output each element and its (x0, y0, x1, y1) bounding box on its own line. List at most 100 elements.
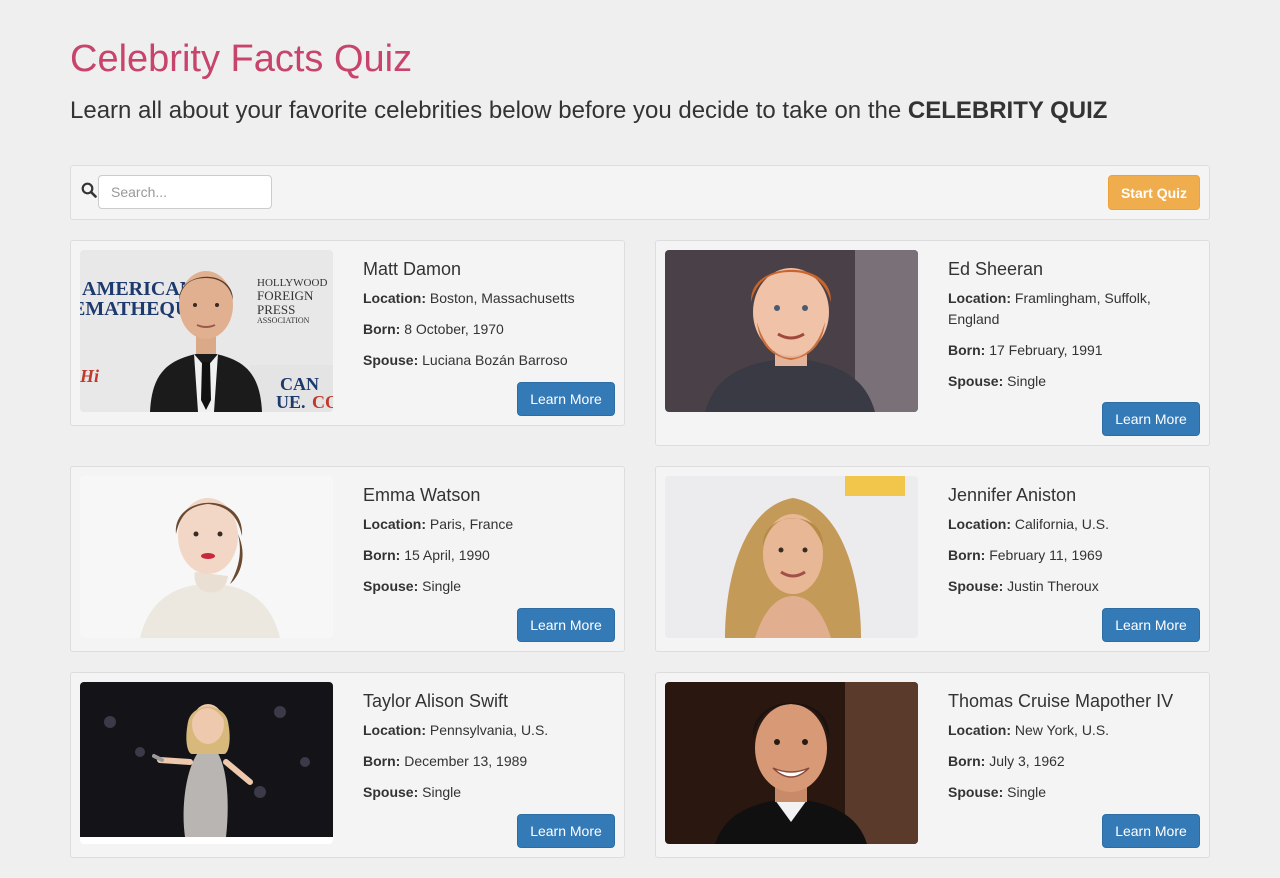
celebrity-location: Location: Boston, Massachusetts (363, 288, 613, 309)
spouse-value: Luciana Bozán Barroso (422, 352, 568, 368)
page: Celebrity Facts Quiz Learn all about you… (0, 0, 1280, 878)
start-quiz-button[interactable]: Start Quiz (1108, 175, 1200, 210)
celebrity-location: Location: New York, U.S. (948, 720, 1198, 741)
born-label: Born: (363, 547, 401, 563)
born-value: 8 October, 1970 (404, 321, 504, 337)
photo-text: ASSOCIATION (257, 316, 310, 325)
location-value: California, U.S. (1014, 516, 1110, 532)
born-value: 17 February, 1991 (989, 342, 1103, 358)
celebrity-card: Thomas Cruise Mapother IV Location: New … (655, 672, 1210, 858)
celebrity-photo (665, 682, 918, 844)
celebrity-card: Emma Watson Location: Paris, France Born… (70, 466, 625, 652)
toolbar: Start Quiz (70, 165, 1210, 220)
celebrity-info: Emma Watson Location: Paris, France Born… (363, 484, 613, 607)
spouse-value: Single (422, 784, 462, 800)
location-label: Location: (363, 290, 426, 306)
celebrity-spouse: Spouse: Luciana Bozán Barroso (363, 350, 613, 371)
spouse-label: Spouse: (948, 784, 1004, 800)
born-value: February 11, 1969 (989, 547, 1103, 563)
location-label: Location: (363, 516, 426, 532)
celebrity-photo (80, 476, 333, 638)
location-value: Boston, Massachusetts (429, 290, 575, 306)
celebrity-born: Born: December 13, 1989 (363, 751, 613, 772)
born-label: Born: (363, 321, 401, 337)
svg-text:CO: CO (312, 392, 333, 412)
spouse-value: Justin Theroux (1007, 578, 1099, 594)
location-label: Location: (948, 516, 1011, 532)
svg-text:UE.: UE. (276, 392, 306, 412)
learn-more-button[interactable]: Learn More (517, 814, 615, 848)
celebrity-born: Born: 17 February, 1991 (948, 340, 1198, 361)
celebrity-name: Thomas Cruise Mapother IV (948, 691, 1174, 711)
photo-text: AMERICAN (82, 278, 195, 300)
born-value: 15 April, 1990 (404, 547, 490, 563)
celebrity-info: Jennifer Aniston Location: California, U… (948, 484, 1198, 607)
celebrity-location: Location: California, U.S. (948, 514, 1198, 535)
subtitle-strong: CELEBRITY QUIZ (907, 97, 1108, 124)
celebrity-card: Ed Sheeran Location: Framlingham, Suffol… (655, 240, 1210, 446)
search-input[interactable] (98, 175, 272, 209)
location-label: Location: (948, 290, 1011, 306)
learn-more-button[interactable]: Learn More (1102, 402, 1200, 436)
celebrity-location: Location: Pennsylvania, U.S. (363, 720, 613, 741)
celebrity-name: Jennifer Aniston (948, 485, 1077, 505)
svg-text:CAN: CAN (280, 374, 319, 394)
spouse-label: Spouse: (363, 578, 419, 594)
celebrity-spouse: Spouse: Single (948, 371, 1198, 392)
celebrity-info: Thomas Cruise Mapother IV Location: New … (948, 690, 1198, 813)
celebrity-name: Ed Sheeran (948, 259, 1044, 279)
photo-text: FOREIGN (257, 288, 314, 303)
location-value: Paris, France (429, 516, 514, 532)
celebrity-born: Born: February 11, 1969 (948, 545, 1198, 566)
celebrity-spouse: Spouse: Justin Theroux (948, 576, 1198, 597)
learn-more-button[interactable]: Learn More (1102, 608, 1200, 642)
born-label: Born: (948, 342, 986, 358)
spouse-label: Spouse: (948, 373, 1004, 389)
celebrity-born: Born: 8 October, 1970 (363, 319, 613, 340)
spouse-label: Spouse: (363, 784, 419, 800)
celebrity-spouse: Spouse: Single (363, 782, 613, 803)
spouse-label: Spouse: (948, 578, 1004, 594)
location-label: Location: (948, 722, 1011, 738)
learn-more-button[interactable]: Learn More (517, 608, 615, 642)
celebrity-photo (665, 250, 918, 412)
celebrity-info: Matt Damon Location: Boston, Massachuset… (363, 258, 613, 381)
celebrity-photo (80, 682, 333, 844)
celebrity-info: Ed Sheeran Location: Framlingham, Suffol… (948, 258, 1198, 402)
page-subtitle: Learn all about your favorite celebritie… (70, 97, 1107, 125)
spouse-value: Single (1007, 373, 1047, 389)
celebrity-location: Location: Paris, France (363, 514, 613, 535)
celebrity-photo: AMERICAN EMATHEQUE.C HOLLYWOOD FOREIGN P… (80, 250, 333, 412)
learn-more-button[interactable]: Learn More (517, 382, 615, 416)
celebrity-spouse: Spouse: Single (363, 576, 613, 597)
photo-text: PRESS (257, 302, 295, 317)
spouse-label: Spouse: (363, 352, 419, 368)
spouse-value: Single (1007, 784, 1047, 800)
celebrity-born: Born: July 3, 1962 (948, 751, 1198, 772)
celebrity-card: Taylor Alison Swift Location: Pennsylvan… (70, 672, 625, 858)
celebrity-name: Matt Damon (363, 259, 462, 279)
spouse-value: Single (422, 578, 462, 594)
search-icon (81, 182, 97, 198)
celebrity-location: Location: Framlingham, Suffolk, England (948, 288, 1198, 330)
born-value: December 13, 1989 (404, 753, 528, 769)
location-label: Location: (363, 722, 426, 738)
born-label: Born: (363, 753, 401, 769)
born-label: Born: (948, 547, 986, 563)
celebrity-name: Emma Watson (363, 485, 481, 505)
celebrity-info: Taylor Alison Swift Location: Pennsylvan… (363, 690, 613, 813)
subtitle-text: Learn all about your favorite celebritie… (70, 97, 908, 124)
location-value: New York, U.S. (1014, 722, 1110, 738)
celebrity-photo (665, 476, 918, 638)
born-label: Born: (948, 753, 986, 769)
svg-text:Hi: Hi (80, 366, 99, 386)
celebrity-born: Born: 15 April, 1990 (363, 545, 613, 566)
location-value: Pennsylvania, U.S. (429, 722, 549, 738)
celebrity-spouse: Spouse: Single (948, 782, 1198, 803)
learn-more-button[interactable]: Learn More (1102, 814, 1200, 848)
page-title: Celebrity Facts Quiz (70, 38, 413, 80)
celebrity-card: Jennifer Aniston Location: California, U… (655, 466, 1210, 652)
celebrity-card: AMERICAN EMATHEQUE.C HOLLYWOOD FOREIGN P… (70, 240, 625, 426)
celebrity-name: Taylor Alison Swift (363, 691, 509, 711)
born-value: July 3, 1962 (989, 753, 1065, 769)
